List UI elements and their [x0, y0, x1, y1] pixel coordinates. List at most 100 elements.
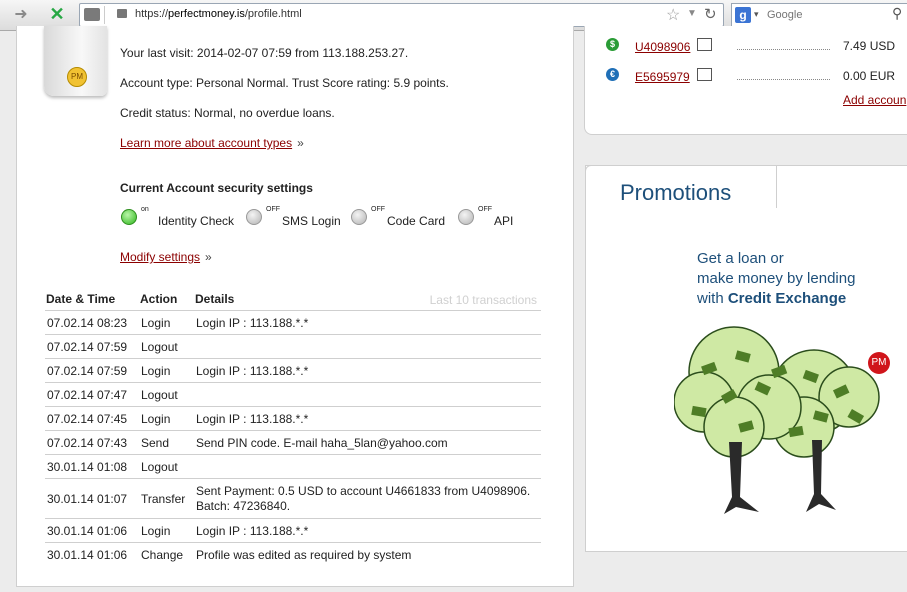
- row-date: 30.01.14 01:06: [47, 524, 128, 538]
- row-action: Logout: [141, 388, 178, 402]
- table-row: 30.01.14 01:06 Change Profile was edited…: [45, 543, 541, 566]
- account-link-usd[interactable]: U4098906: [635, 40, 690, 54]
- notepad-icon[interactable]: [697, 38, 712, 51]
- transactions-header: Date & Time Action Details Last 10 trans…: [45, 292, 541, 311]
- account-badge: PM: [44, 26, 107, 96]
- bookmark-star-icon[interactable]: ☆: [666, 5, 680, 25]
- row-details: Profile was edited as required by system: [196, 548, 412, 562]
- row-details: Login IP : 113.188.*.*: [196, 524, 309, 538]
- table-row: 07.02.14 07:59 Login Login IP : 113.188.…: [45, 359, 541, 383]
- euro-coin-icon: €: [606, 68, 619, 81]
- search-input[interactable]: [765, 6, 889, 24]
- table-row: 30.01.14 01:06 Login Login IP : 113.188.…: [45, 519, 541, 543]
- row-details: Send PIN code. E-mail haha_5lan@yahoo.co…: [196, 436, 448, 450]
- url-prefix: https://: [135, 8, 169, 20]
- row-action: Login: [141, 524, 171, 538]
- security-item-label: SMS Login: [282, 214, 341, 228]
- row-action: Transfer: [141, 492, 186, 506]
- row-details: Sent Payment: 0.5 USD to account U466183…: [196, 484, 531, 498]
- row-action: Send: [141, 436, 170, 450]
- row-date: 07.02.14 07:45: [47, 412, 128, 426]
- promo-line-2[interactable]: make money by lending: [697, 270, 855, 287]
- modify-settings-label: Modify settings: [120, 250, 201, 264]
- row-action: Login: [141, 364, 171, 378]
- row-action: Logout: [141, 460, 178, 474]
- row-details: Login IP : 113.188.*.*: [196, 364, 309, 378]
- last-transactions-note: Last 10 transactions: [429, 293, 537, 307]
- raquo-icon: »: [205, 250, 212, 264]
- notepad-icon[interactable]: [697, 68, 712, 81]
- profile-panel: PM Your last visit: 2014-02-07 07:59 fro…: [16, 26, 574, 587]
- account-link-eur[interactable]: E5695979: [635, 70, 690, 84]
- learn-more-link[interactable]: Learn more about account types »: [120, 136, 304, 150]
- header-details: Details: [195, 292, 235, 306]
- url-text[interactable]: https://perfectmoney.is/profile.html: [135, 8, 302, 20]
- row-date: 07.02.14 07:59: [47, 340, 128, 354]
- raquo-icon: »: [297, 136, 304, 150]
- on-indicator-icon: [121, 209, 137, 225]
- x-extension-icon[interactable]: ✕: [47, 4, 67, 24]
- row-date: 07.02.14 07:43: [47, 436, 128, 450]
- state-label: OFF: [266, 206, 280, 213]
- row-details: Login IP : 113.188.*.*: [196, 316, 309, 330]
- row-action: Logout: [141, 340, 178, 354]
- account-type-text: Account type: Personal Normal. Trust Sco…: [120, 76, 449, 90]
- off-indicator-icon: [246, 209, 262, 225]
- address-bar[interactable]: https://perfectmoney.is/profile.html ☆ ▼…: [79, 3, 724, 27]
- off-indicator-icon: [351, 209, 367, 225]
- table-row: 07.02.14 07:43 Send Send PIN code. E-mai…: [45, 431, 541, 455]
- credit-status-text: Credit status: Normal, no overdue loans.: [120, 106, 335, 120]
- url-path: /profile.html: [244, 8, 302, 20]
- dollar-coin-icon: $: [606, 38, 619, 51]
- security-title: Current Account security settings: [120, 181, 313, 195]
- money-tree-icon: [674, 326, 880, 514]
- account-balance-eur: 0.00 EUR: [843, 69, 896, 83]
- table-row: 07.02.14 07:47 Logout: [45, 383, 541, 407]
- row-date: 07.02.14 07:47: [47, 388, 128, 402]
- row-action: Change: [141, 548, 184, 562]
- table-row: 07.02.14 08:23 Login Login IP : 113.188.…: [45, 311, 541, 335]
- row-details: Login IP : 113.188.*.*: [196, 412, 309, 426]
- credit-exchange-label: Credit Exchange: [727, 290, 847, 307]
- modify-settings-link[interactable]: Modify settings »: [120, 250, 212, 264]
- row-date: 30.01.14 01:07: [47, 492, 128, 506]
- header-date-time: Date & Time: [46, 292, 116, 306]
- row-details-line2: Batch: 47236840.: [196, 499, 291, 513]
- last-visit-text: Your last visit: 2014-02-07 07:59 from 1…: [120, 46, 409, 60]
- promo-line-3[interactable]: with Credit Exchange: [697, 290, 846, 307]
- promotions-box: Promotions Get a loan or make money by l…: [585, 165, 907, 552]
- google-icon[interactable]: g: [735, 7, 751, 23]
- pm-medal-icon: PM: [67, 67, 87, 87]
- off-indicator-icon: [458, 209, 474, 225]
- account-balance-usd: 7.49 USD: [843, 39, 896, 53]
- url-domain: perfectmoney.is: [168, 8, 245, 20]
- lock-icon: [117, 9, 127, 18]
- chevron-down-icon[interactable]: ▾: [754, 9, 759, 20]
- accounts-box: $ U4098906 7.49 USD € E5695979 0.00 EUR …: [584, 26, 907, 135]
- row-action: Login: [141, 412, 171, 426]
- row-action: Login: [141, 316, 171, 330]
- promo-line-3-prefix: with: [697, 290, 728, 307]
- add-account-link[interactable]: Add accoun: [843, 93, 906, 107]
- search-bar[interactable]: g ▾ ⚲: [731, 3, 907, 27]
- table-row: 30.01.14 01:07 Transfer Sent Payment: 0.…: [45, 479, 541, 519]
- table-row: 07.02.14 07:59 Logout: [45, 335, 541, 359]
- row-date: 30.01.14 01:08: [47, 460, 128, 474]
- search-icon[interactable]: ⚲: [892, 5, 902, 22]
- row-date: 30.01.14 01:06: [47, 548, 128, 562]
- chevron-down-icon[interactable]: ▼: [687, 8, 697, 19]
- dotted-leader: [737, 79, 830, 80]
- page-icon: [84, 8, 100, 21]
- state-label: OFF: [371, 206, 385, 213]
- security-item-label: Code Card: [387, 214, 446, 228]
- security-item-label: Identity Check: [158, 214, 235, 228]
- promotions-title: Promotions: [620, 180, 732, 205]
- state-label: OFF: [478, 206, 492, 213]
- forward-arrow-icon[interactable]: ➜: [10, 5, 32, 25]
- promo-line-1[interactable]: Get a loan or: [697, 250, 784, 267]
- state-label: on: [141, 206, 149, 213]
- divider: [104, 6, 105, 24]
- reload-icon[interactable]: ↻: [704, 5, 717, 23]
- table-row: 07.02.14 07:45 Login Login IP : 113.188.…: [45, 407, 541, 431]
- security-item-label: API: [494, 214, 514, 228]
